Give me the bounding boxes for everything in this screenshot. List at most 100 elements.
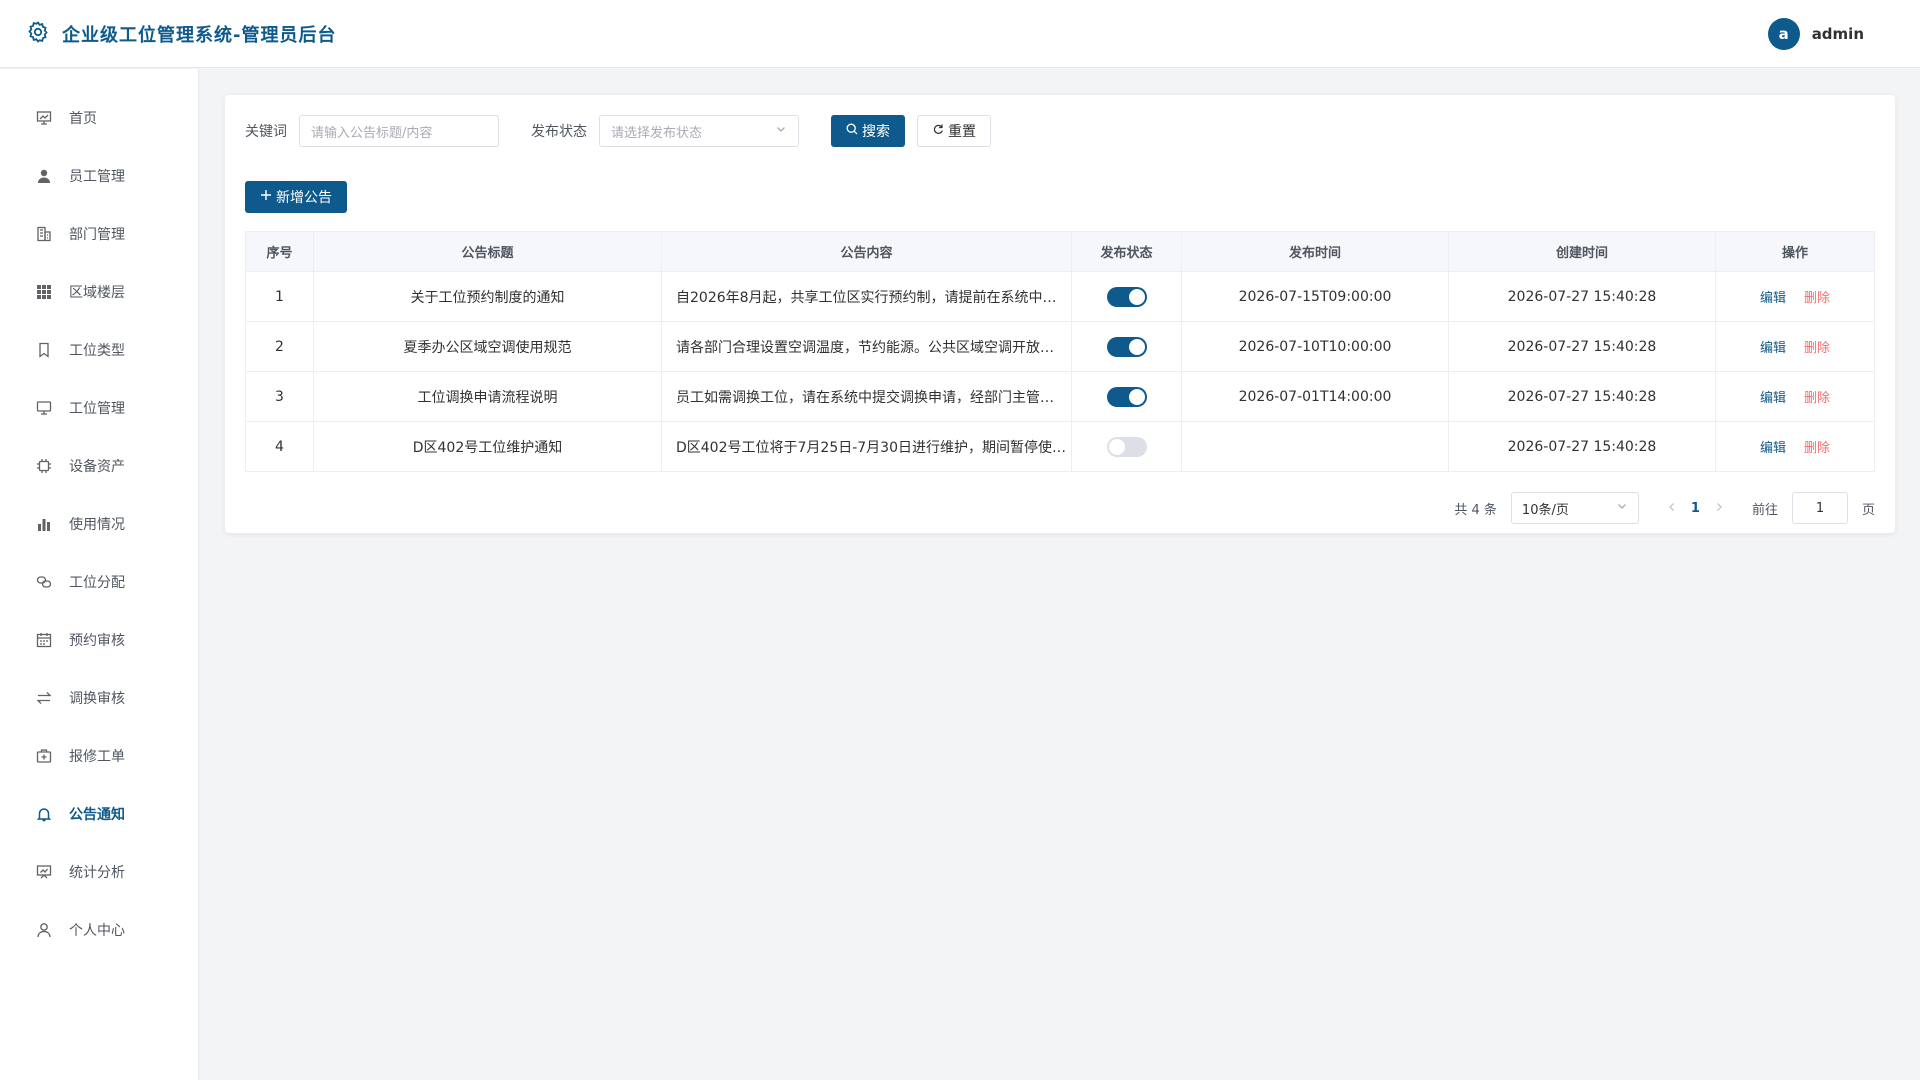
- sidebar-item-label: 预约审核: [69, 633, 125, 649]
- row-actions: 编辑 删除: [1716, 422, 1874, 471]
- user-icon: [35, 167, 53, 185]
- sidebar-item-employees[interactable]: 员工管理: [0, 147, 198, 205]
- search-button[interactable]: 搜索: [831, 115, 905, 147]
- dashboard-icon: [35, 109, 53, 127]
- toggle-knob: [1108, 438, 1125, 455]
- sidebar-item-label: 工位管理: [69, 401, 125, 417]
- publish-toggle[interactable]: [1106, 436, 1147, 457]
- sidebar-item-assets[interactable]: 设备资产: [0, 437, 198, 495]
- status-label: 发布状态: [531, 124, 587, 140]
- app-title: 企业级工位管理系统-管理员后台: [62, 24, 337, 46]
- reset-button-label: 重置: [948, 124, 976, 140]
- sidebar-item-label: 统计分析: [69, 865, 125, 881]
- row-status-cell: [1072, 322, 1182, 371]
- sidebar-item-label: 首页: [69, 111, 97, 127]
- sidebar-item-departments[interactable]: 部门管理: [0, 205, 198, 263]
- sidebar-item-booking-review[interactable]: 预约审核: [0, 611, 198, 669]
- row-created-time: 2026-07-27 15:40:28: [1449, 322, 1716, 371]
- keyword-input[interactable]: 请输入公告标题/内容: [299, 115, 499, 147]
- sidebar-item-label: 部门管理: [69, 227, 125, 243]
- row-publish-time: [1182, 422, 1449, 471]
- column-header: 公告标题: [314, 232, 662, 271]
- sidebar-item-statistics[interactable]: 统计分析: [0, 843, 198, 901]
- add-announcement-label: 新增公告: [276, 190, 332, 206]
- page-size-select[interactable]: 10条/页: [1510, 492, 1639, 524]
- chevron-down-icon: [1616, 500, 1628, 516]
- column-header: 序号: [246, 232, 314, 271]
- delete-link[interactable]: 删除: [1804, 287, 1830, 306]
- sidebar-item-usage[interactable]: 使用情况: [0, 495, 198, 553]
- keyword-placeholder: 请输入公告标题/内容: [311, 125, 433, 141]
- prev-page-icon[interactable]: [1667, 501, 1677, 516]
- row-index: 3: [246, 372, 314, 421]
- sidebar-item-label: 员工管理: [69, 169, 125, 185]
- edit-link[interactable]: 编辑: [1760, 437, 1786, 456]
- toggle-knob: [1128, 288, 1145, 305]
- sidebar-item-announcements[interactable]: 公告通知: [0, 785, 198, 843]
- plus-icon: [260, 189, 272, 205]
- filter-bar: 关键词 请输入公告标题/内容 发布状态 请选择发布状态 搜索 重置: [245, 115, 1875, 147]
- row-content: 请各部门合理设置空调温度，节约能源。公共区域空调开放…: [662, 322, 1072, 371]
- sidebar-item-seat-types[interactable]: 工位类型: [0, 321, 198, 379]
- page-number-current[interactable]: 1: [1691, 501, 1700, 516]
- edit-link[interactable]: 编辑: [1760, 387, 1786, 406]
- column-header: 创建时间: [1449, 232, 1716, 271]
- username[interactable]: admin: [1812, 25, 1864, 43]
- avatar[interactable]: a: [1767, 17, 1800, 50]
- sidebar-item-seats[interactable]: 工位管理: [0, 379, 198, 437]
- sidebar-item-areas[interactable]: 区域楼层: [0, 263, 198, 321]
- table-body: 1 关于工位预约制度的通知 自2026年8月起，共享工位区实行预约制，请提前在系…: [246, 272, 1874, 471]
- row-content: 员工如需调换工位，请在系统中提交调换申请，经部门主管…: [662, 372, 1072, 421]
- person-icon: [35, 921, 53, 939]
- publish-toggle[interactable]: [1106, 386, 1147, 407]
- publish-toggle[interactable]: [1106, 336, 1147, 357]
- announcement-table: 序号 公告标题 公告内容 发布状态 发布时间 创建时间 操作 1 关于工位预约制…: [245, 231, 1875, 472]
- toggle-knob: [1128, 388, 1145, 405]
- goto-value: 1: [1815, 500, 1825, 516]
- row-actions: 编辑 删除: [1716, 272, 1874, 321]
- table-row: 4 D区402号工位维护通知 D区402号工位将于7月25日-7月30日进行维护…: [246, 422, 1874, 471]
- edit-link[interactable]: 编辑: [1760, 337, 1786, 356]
- delete-link[interactable]: 删除: [1804, 387, 1830, 406]
- row-created-time: 2026-07-27 15:40:28: [1449, 422, 1716, 471]
- edit-link[interactable]: 编辑: [1760, 287, 1786, 306]
- sidebar-item-label: 调换审核: [69, 691, 125, 707]
- publish-toggle[interactable]: [1106, 286, 1147, 307]
- column-header: 操作: [1716, 232, 1874, 271]
- search-button-label: 搜索: [862, 124, 890, 140]
- row-content: 自2026年8月起，共享工位区实行预约制，请提前在系统中…: [662, 272, 1072, 321]
- sidebar-item-home[interactable]: 首页: [0, 89, 198, 147]
- table-row: 1 关于工位预约制度的通知 自2026年8月起，共享工位区实行预约制，请提前在系…: [246, 272, 1874, 322]
- top-header: 企业级工位管理系统-管理员后台 a admin: [0, 0, 1920, 68]
- keyword-label: 关键词: [245, 124, 287, 140]
- table-header: 序号 公告标题 公告内容 发布状态 发布时间 创建时间 操作: [246, 232, 1874, 272]
- sidebar: 首页 员工管理 部门管理 区域楼层 工位类型 工位管理 设备资产 使用情况 工位…: [0, 69, 199, 1080]
- refresh-icon: [932, 123, 944, 139]
- next-page-icon[interactable]: [1714, 501, 1724, 516]
- sidebar-item-profile[interactable]: 个人中心: [0, 901, 198, 959]
- delete-link[interactable]: 删除: [1804, 437, 1830, 456]
- sidebar-item-label: 公告通知: [69, 807, 125, 823]
- row-status-cell: [1072, 422, 1182, 471]
- sidebar-item-repair-orders[interactable]: 报修工单: [0, 727, 198, 785]
- row-status-cell: [1072, 272, 1182, 321]
- row-publish-time: 2026-07-15T09:00:00: [1182, 272, 1449, 321]
- row-actions: 编辑 删除: [1716, 372, 1874, 421]
- reset-button[interactable]: 重置: [917, 115, 991, 147]
- row-index: 4: [246, 422, 314, 471]
- sidebar-item-label: 区域楼层: [69, 285, 125, 301]
- row-title: 夏季办公区域空调使用规范: [314, 322, 662, 371]
- user-menu[interactable]: a admin: [1767, 17, 1894, 50]
- status-select[interactable]: 请选择发布状态: [599, 115, 799, 147]
- sidebar-item-label: 个人中心: [69, 923, 125, 939]
- sidebar-item-swap-review[interactable]: 调换审核: [0, 669, 198, 727]
- search-icon: [846, 123, 858, 139]
- column-header: 发布状态: [1072, 232, 1182, 271]
- goto-page-input[interactable]: 1: [1791, 492, 1848, 524]
- add-announcement-button[interactable]: 新增公告: [245, 181, 347, 213]
- toggle-knob: [1128, 338, 1145, 355]
- delete-link[interactable]: 删除: [1804, 337, 1830, 356]
- status-placeholder: 请选择发布状态: [611, 125, 703, 141]
- sidebar-item-allocation[interactable]: 工位分配: [0, 553, 198, 611]
- goto-label: 前往: [1751, 502, 1778, 518]
